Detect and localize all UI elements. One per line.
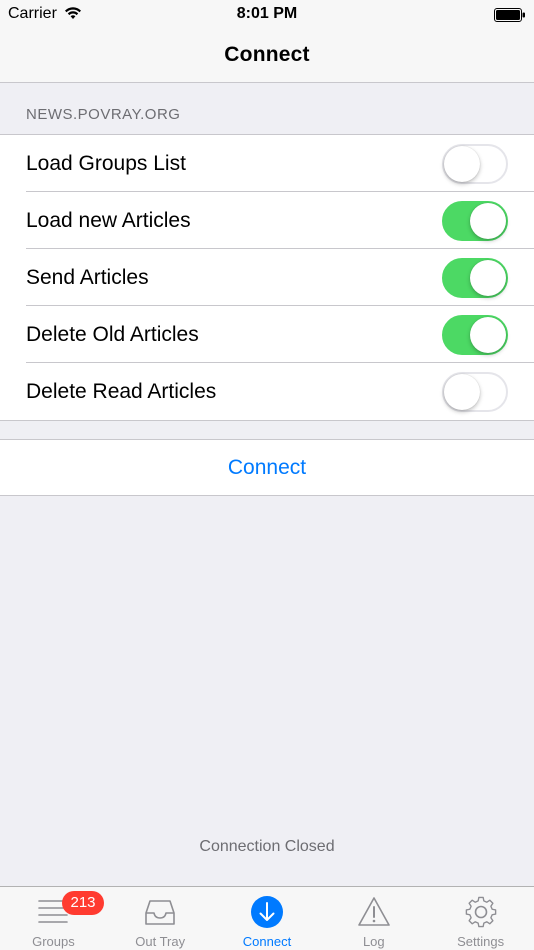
option-toggle[interactable] <box>442 201 508 241</box>
toggle-knob <box>444 146 480 182</box>
option-row: Delete Old Articles <box>0 306 534 363</box>
tab-settings[interactable]: Settings <box>427 887 534 950</box>
connect-button[interactable]: Connect <box>0 439 534 496</box>
tab-log[interactable]: Log <box>320 887 427 950</box>
option-label: Load new Articles <box>26 209 191 232</box>
battery-icon <box>494 8 525 22</box>
option-label: Delete Read Articles <box>26 380 217 403</box>
option-toggle[interactable] <box>442 258 508 298</box>
tab-groups[interactable]: 213 Groups <box>0 887 107 950</box>
option-row: Load new Articles <box>0 192 534 249</box>
tab-connect[interactable]: Connect <box>214 887 321 950</box>
tab-label-settings: Settings <box>457 934 505 949</box>
tab-label-log: Log <box>362 934 385 949</box>
navigation-bar: Connect <box>0 30 534 83</box>
status-time: 8:01 PM <box>236 5 298 22</box>
warning-icon <box>357 897 390 926</box>
option-label: Send Articles <box>26 266 149 289</box>
unread-badge: 213 <box>62 891 104 915</box>
status-bar: Carrier 8:01 PM <box>0 0 534 30</box>
section-header: NEWS.POVRAY.ORG <box>26 106 181 123</box>
option-toggle[interactable] <box>442 144 508 184</box>
tab-label-out-tray: Out Tray <box>135 934 186 949</box>
tab-label-groups: Groups <box>32 934 75 949</box>
option-label: Load Groups List <box>26 152 186 175</box>
tab-out-tray[interactable]: Out Tray <box>107 887 214 950</box>
connect-button-label: Connect <box>227 456 307 479</box>
download-circle-icon <box>250 896 283 928</box>
tab-label-connect: Connect <box>242 934 292 949</box>
tray-icon <box>145 900 175 925</box>
gear-icon <box>465 896 496 928</box>
option-row: Send Articles <box>0 249 534 306</box>
option-row: Delete Read Articles <box>0 363 534 420</box>
connection-status: Connection Closed <box>199 838 335 855</box>
option-toggle[interactable] <box>442 372 508 412</box>
toggle-knob <box>470 317 506 353</box>
tab-bar: 213 Groups Out Tray Connect Log Settings <box>0 886 534 950</box>
toggle-knob <box>470 203 506 239</box>
option-row: Load Groups List <box>0 135 534 192</box>
options-list: Load Groups List Load new Articles Send Ar… <box>0 134 534 421</box>
toggle-knob <box>444 374 480 410</box>
option-toggle[interactable] <box>442 315 508 355</box>
page-title: Connect <box>224 43 310 66</box>
toggle-knob <box>470 260 506 296</box>
option-label: Delete Old Articles <box>26 323 199 346</box>
